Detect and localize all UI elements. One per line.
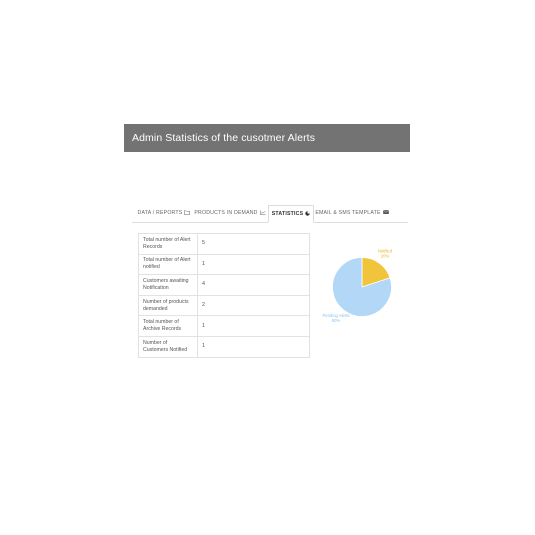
pie-chart-svg: Notified20%Pending Alerts80% bbox=[322, 249, 392, 324]
tab-bar: DATA / REPORTS PRODUCTS IN DEMAND STATIS… bbox=[132, 205, 408, 223]
tab-email-sms-template-label: EMAIL & SMS TEMPLATE bbox=[315, 210, 381, 216]
row-value: 1 bbox=[197, 253, 310, 276]
row-label: Total number of Alert notified bbox=[138, 253, 198, 276]
tab-data-reports-label: DATA / REPORTS bbox=[137, 210, 183, 216]
envelope-icon bbox=[382, 209, 389, 217]
pie-label-percent: 20% bbox=[381, 254, 390, 259]
row-value: 1 bbox=[197, 315, 310, 337]
alerts-pie-chart: Notified 20% Pending Alerts 80% bbox=[318, 244, 408, 329]
row-value: 1 bbox=[197, 335, 310, 358]
table-row: Total number of Alert Records 5 bbox=[138, 233, 310, 255]
folder-icon bbox=[184, 210, 191, 217]
table-row: Total number of Archive Records 1 bbox=[138, 315, 310, 337]
table-row: Customers awaiting Notification 4 bbox=[138, 274, 310, 296]
tab-products-in-demand[interactable]: PRODUCTS IN DEMAND bbox=[194, 205, 266, 221]
row-label: Total number of Alert Records bbox=[138, 233, 198, 255]
row-value: 5 bbox=[197, 233, 310, 255]
statistics-table: Total number of Alert Records 5 Total nu… bbox=[138, 233, 310, 358]
row-label: Number of products demanded bbox=[138, 294, 198, 317]
tab-statistics[interactable]: STATISTICS bbox=[268, 205, 314, 223]
table-row: Total number of Alert notified 1 bbox=[138, 253, 310, 276]
row-value: 2 bbox=[197, 294, 310, 317]
tab-data-reports[interactable]: DATA / REPORTS bbox=[134, 205, 194, 221]
row-label: Customers awaiting Notification bbox=[138, 274, 198, 296]
table-row: Number of products demanded 2 bbox=[138, 294, 310, 317]
table-row: Number of Customers Notified 1 bbox=[138, 335, 310, 358]
pie-chart-icon bbox=[305, 210, 310, 218]
pie-label-percent: 80% bbox=[332, 318, 341, 323]
tab-products-in-demand-label: PRODUCTS IN DEMAND bbox=[194, 210, 258, 216]
row-label: Total number of Archive Records bbox=[138, 315, 198, 337]
tab-statistics-label: STATISTICS bbox=[271, 211, 304, 217]
row-value: 4 bbox=[197, 274, 310, 296]
tab-email-sms-template[interactable]: EMAIL & SMS TEMPLATE bbox=[315, 205, 389, 221]
page-title: Admin Statistics of the cusotmer Alerts bbox=[132, 132, 316, 144]
line-chart-icon bbox=[259, 209, 266, 217]
page-header: Admin Statistics of the cusotmer Alerts bbox=[124, 124, 410, 152]
row-label: Number of Customers Notified bbox=[138, 335, 198, 358]
